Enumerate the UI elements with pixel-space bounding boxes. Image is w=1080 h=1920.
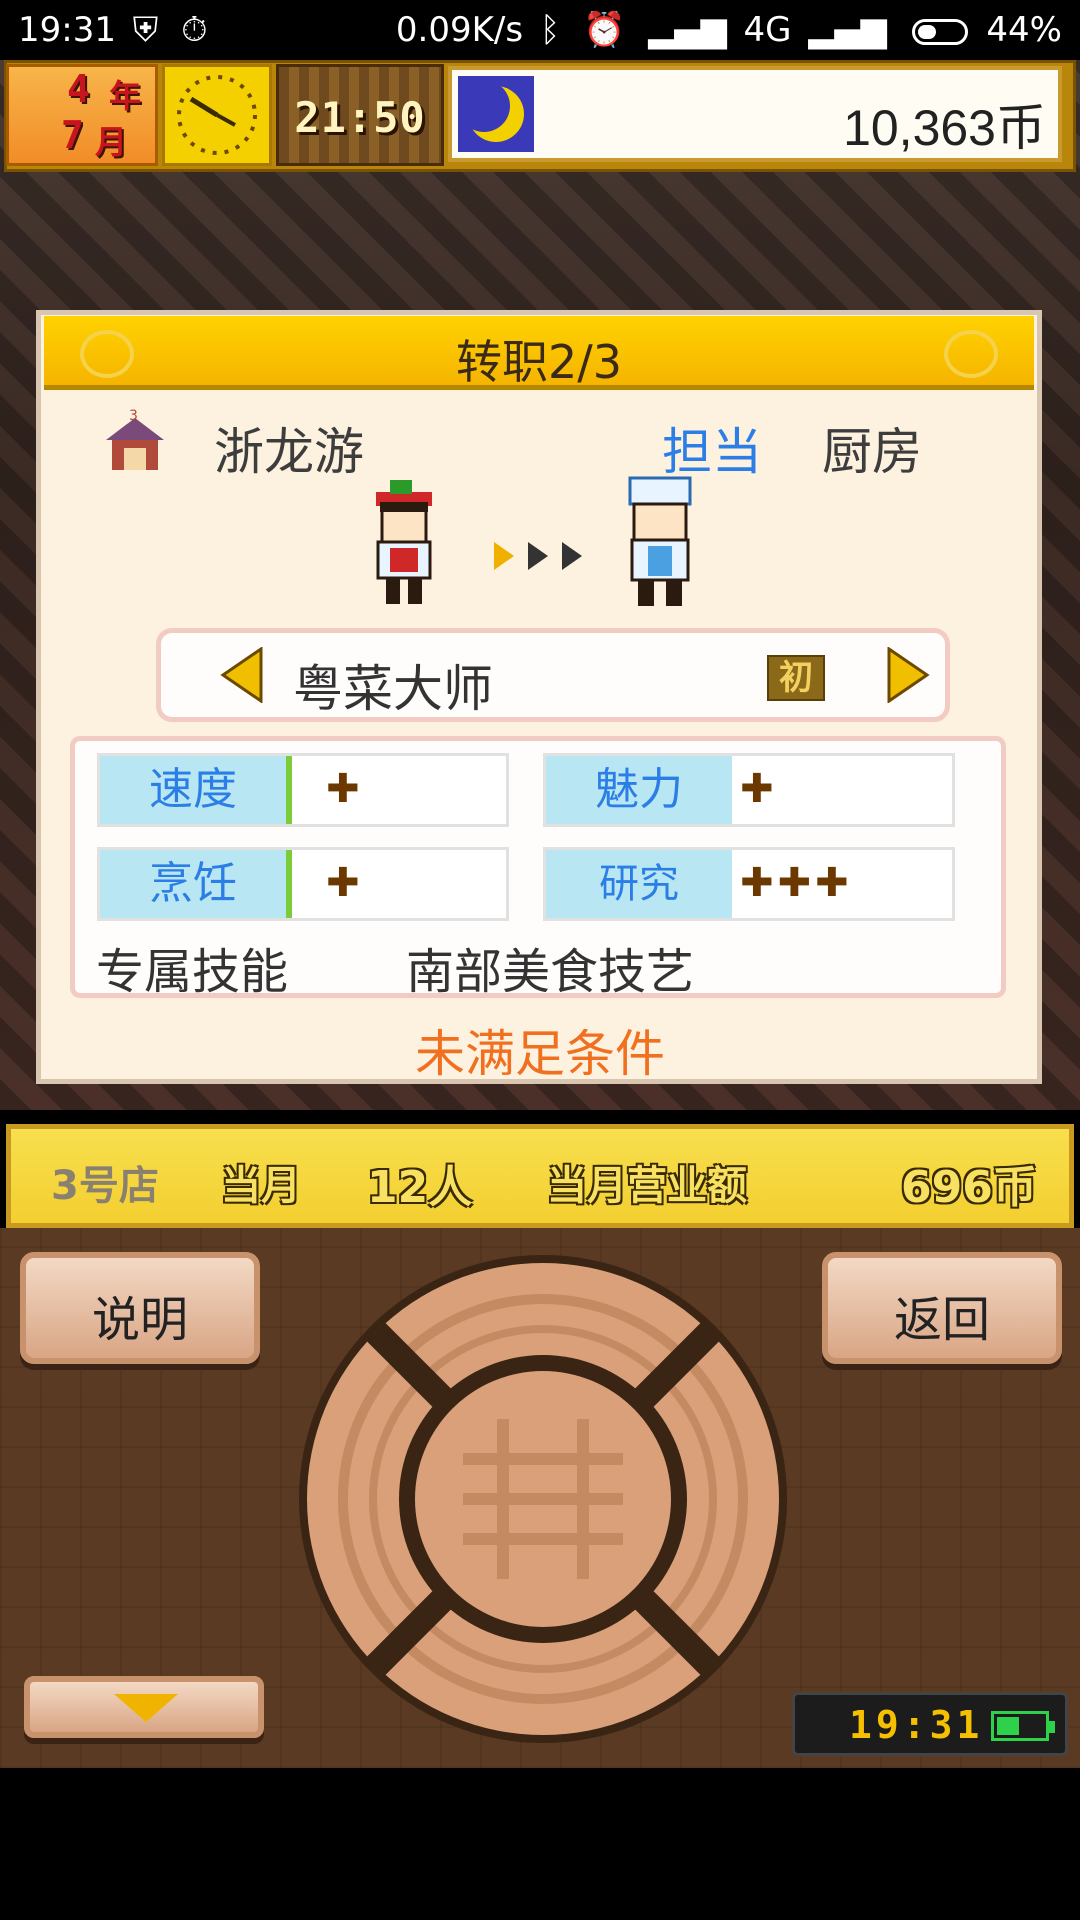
bluetooth-icon: ᛒ — [539, 10, 561, 50]
year-number: 4 — [67, 67, 90, 111]
directional-pad[interactable] — [296, 1252, 790, 1746]
stat-research: 研究 ✚✚✚ — [543, 847, 955, 921]
money-amount: 10,363币 — [843, 100, 1046, 156]
year-unit: 年 — [109, 77, 142, 115]
expand-down-button[interactable] — [24, 1676, 264, 1738]
network-speed: 0.09K/s — [395, 10, 524, 50]
stat-value: ✚ — [326, 766, 364, 812]
exclusive-skill-label: 专属技能 — [96, 944, 289, 1000]
status-time: 19:31 — [18, 10, 116, 50]
month-label: 当月 — [221, 1163, 301, 1209]
previous-job-button[interactable] — [217, 646, 267, 704]
next-job-button[interactable] — [883, 646, 933, 704]
dialog-header: 转职2/3 — [44, 316, 1034, 390]
stat-cooking: 烹饪 ✚ — [97, 847, 509, 921]
explain-button-label: 说明 — [91, 1292, 188, 1348]
game-time-display: 21:50 — [276, 64, 444, 166]
battery-icon — [991, 1711, 1055, 1741]
chevron-down-icon — [114, 1694, 178, 1722]
monthly-customers: 12人 — [367, 1162, 473, 1213]
handheld-time: 19:31 — [849, 1703, 984, 1747]
battery-level: 44% — [986, 10, 1062, 50]
game-time: 21:50 — [294, 93, 426, 142]
shop-summary-bar: 3号店 当月 12人 当月营业额 696币 — [6, 1124, 1074, 1228]
stat-value: ✚ — [326, 860, 364, 906]
explain-button[interactable]: 说明 — [20, 1252, 260, 1364]
date-display: 4 年 7 月 — [6, 64, 158, 166]
back-button-label: 返回 — [893, 1292, 990, 1348]
job-name: 粤菜大师 — [293, 660, 493, 718]
dialog-title: 转职2/3 — [455, 335, 623, 389]
signal-icon: ▂▄▆ — [648, 10, 727, 50]
month-number: 7 — [61, 113, 84, 157]
signal-icon: ▂▄▆ — [808, 10, 887, 50]
stat-speed: 速度 ✚ — [97, 753, 509, 827]
battery-icon — [911, 18, 968, 45]
stat-label: 速度 — [100, 756, 286, 824]
stat-value: ✚ — [740, 766, 778, 812]
clock-icon — [162, 64, 272, 166]
alarm-icon: ⏰ — [583, 10, 626, 50]
stat-value: ✚✚✚ — [740, 860, 853, 906]
monthly-revenue: 696币 — [901, 1162, 1037, 1213]
stopwatch-icon: ⏱ — [181, 10, 208, 50]
role-value: 厨房 — [822, 423, 922, 481]
stat-charm: 魅力 ✚ — [543, 753, 955, 827]
stat-label: 烹饪 — [100, 850, 286, 918]
exclusive-skill-value: 南部美食技艺 — [406, 944, 695, 1000]
status-bar: 19:31 ⛨ ⏱ 0.09K/s ᛒ ⏰ ▂▄▆ 4G ▂▄▆ 44% — [0, 0, 1080, 60]
job-selector: 粤菜大师 初 — [156, 628, 950, 722]
stat-label: 魅力 — [546, 756, 732, 824]
stat-label: 研究 — [546, 850, 732, 918]
stat-bar — [286, 850, 292, 918]
job-rank-badge: 初 — [767, 655, 825, 701]
role-label: 担当 — [662, 423, 762, 481]
store-name: 3号店 — [51, 1163, 159, 1209]
condition-status: 未满足条件 — [415, 1025, 665, 1083]
svg-text:3: 3 — [129, 408, 138, 424]
shop-building-icon: 3 — [104, 408, 166, 474]
monthly-revenue-label: 当月营业额 — [547, 1163, 747, 1209]
staff-name: 浙龙游 — [214, 423, 364, 481]
shield-bolt-icon: ⛨ — [132, 10, 159, 50]
current-character-sprite — [360, 478, 452, 608]
month-unit: 月 — [95, 123, 128, 161]
network-type: 4G — [743, 10, 792, 50]
stat-bar — [286, 756, 292, 824]
back-button[interactable]: 返回 — [822, 1252, 1062, 1364]
transition-arrows-icon — [494, 536, 590, 576]
handheld-clock: 19:31 — [792, 1692, 1068, 1756]
money-display: 10,363币 — [448, 66, 1062, 162]
target-character-sprite — [622, 476, 698, 610]
moon-icon — [458, 76, 534, 152]
